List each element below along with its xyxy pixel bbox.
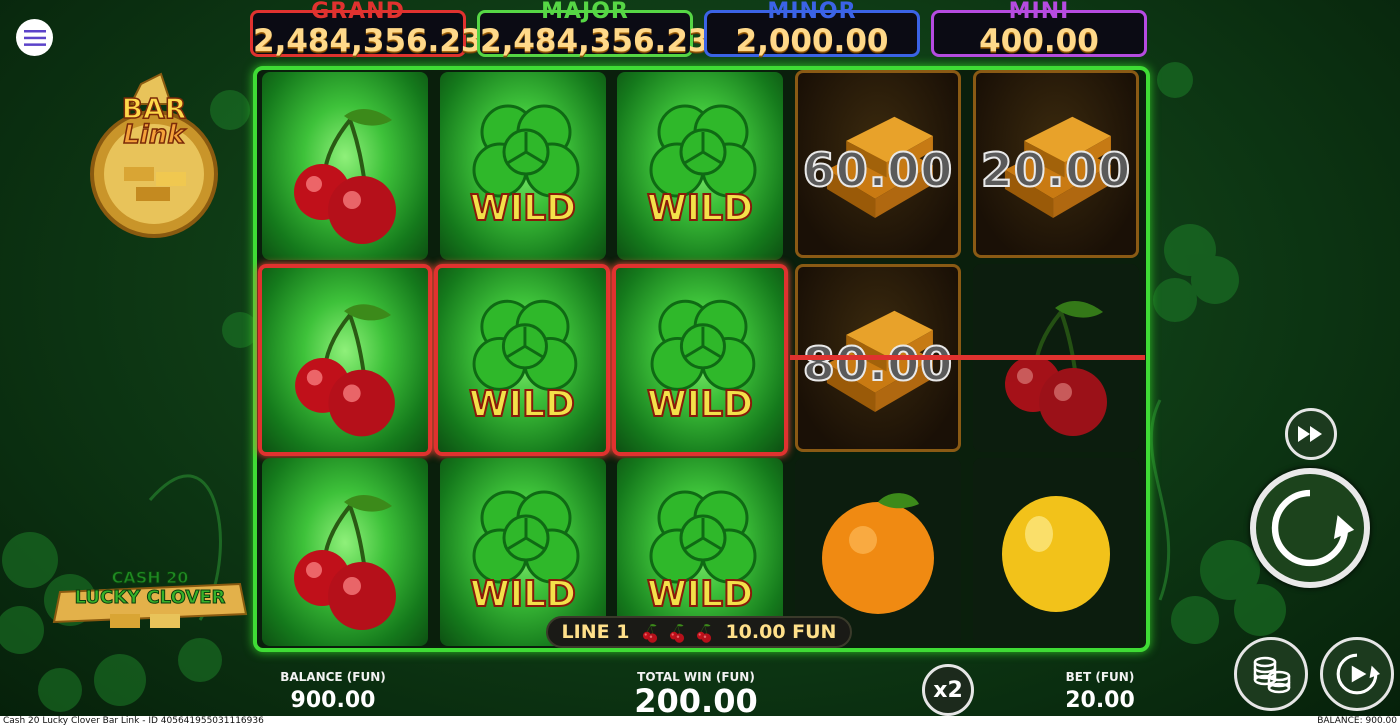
fast-forward-icon	[1298, 426, 1322, 442]
wild-label: WILD	[646, 573, 754, 616]
spin-icon	[1271, 489, 1355, 567]
reel2-row1-wild: WILD	[440, 72, 606, 260]
cherry-icon	[293, 302, 397, 439]
balance-label: BALANCE (FUN)	[280, 670, 386, 684]
gold-value: 60.00	[802, 142, 954, 198]
reel5-row3-lemon	[973, 458, 1139, 646]
bar-link-title: BAR Link	[121, 92, 187, 150]
reel1-row1-cherry	[262, 72, 428, 260]
fast-forward-button[interactable]	[1285, 408, 1337, 460]
cash-logo-line2: LUCKY CLOVER	[74, 587, 226, 608]
jackpot-major: MAJOR 2,484,356.23	[477, 0, 710, 59]
cash-logo-line1: CASH 20	[111, 568, 189, 588]
payline-line-1	[790, 355, 1145, 360]
footer-balance: BALANCE: 900.00	[1317, 716, 1397, 726]
jackpot-grand-value: 2,484,356.23	[253, 23, 483, 59]
reel1-row3-cherry	[262, 458, 428, 646]
wild-label: WILD	[469, 187, 577, 230]
cherry-icons	[637, 619, 717, 645]
gold-value: 80.00	[802, 336, 954, 392]
reel2-row2-wild-win: WILD	[434, 264, 610, 456]
line-win-amount: 10.00 FUN	[725, 621, 837, 643]
reel5-row1-gold: 20.00	[973, 70, 1139, 258]
jackpot-mini-label: MINI	[1008, 0, 1070, 24]
x2-button[interactable]: x2	[922, 664, 974, 716]
game-id-text: Cash 20 Lucky Clover Bar Link - ID 40564…	[3, 716, 264, 726]
reel3-row1-wild: WILD	[617, 72, 783, 260]
balance-value: 900.00	[290, 688, 376, 713]
reel1-row2-cherry-win	[258, 264, 432, 456]
jackpot-major-label: MAJOR	[541, 0, 629, 24]
reel3-row2-wild-win: WILD	[612, 264, 788, 456]
total-win-value: 200.00	[634, 682, 758, 720]
gold-value: 20.00	[980, 142, 1132, 198]
coin-stack-icon	[1253, 656, 1291, 694]
bet-label: BET (FUN)	[1065, 670, 1135, 684]
cherry-icon	[292, 106, 398, 246]
jackpot-grand: GRAND 2,484,356.23	[250, 0, 483, 59]
menu-button[interactable]	[16, 19, 53, 56]
jackpot-minor-label: MINOR	[767, 0, 857, 24]
cherry-icon	[292, 492, 398, 632]
clover-wild-icon	[472, 104, 580, 198]
wild-label: WILD	[646, 383, 754, 426]
bar-link-logo: BAR Link	[86, 72, 222, 242]
wild-label: WILD	[646, 187, 754, 230]
cash-20-lucky-clover-logo: CASH 20 LUCKY CLOVER	[50, 562, 250, 634]
bet-coins-button[interactable]	[1234, 637, 1308, 711]
cherry-icon	[697, 623, 712, 644]
line-win-banner: LINE 1 10.00 FUN	[546, 616, 852, 648]
cherry-icon	[643, 623, 658, 644]
hamburger-menu-icon	[23, 29, 46, 46]
jackpot-mini: MINI 400.00	[931, 0, 1147, 59]
spin-button[interactable]	[1250, 468, 1370, 588]
bet-value: 20.00	[1065, 688, 1135, 713]
jackpot-mini-value: 400.00	[979, 23, 1099, 59]
jackpot-minor: MINOR 2,000.00	[704, 0, 920, 59]
jackpot-minor-value: 2,000.00	[735, 23, 889, 59]
jackpot-major-value: 2,484,356.23	[480, 23, 710, 59]
wild-label: WILD	[468, 383, 576, 426]
clover-wild-icon	[649, 104, 757, 198]
lemon-icon	[1002, 496, 1110, 612]
footer-bar: Cash 20 Lucky Clover Bar Link - ID 40564…	[0, 716, 1400, 727]
jackpot-grand-label: GRAND	[311, 0, 405, 24]
reel4-row1-gold: 60.00	[795, 70, 961, 258]
wild-label: WILD	[469, 573, 577, 616]
autoplay-button[interactable]	[1320, 637, 1394, 711]
cherry-icon	[670, 623, 685, 644]
autoplay-icon	[1336, 653, 1380, 695]
line-label: LINE 1	[561, 621, 630, 643]
